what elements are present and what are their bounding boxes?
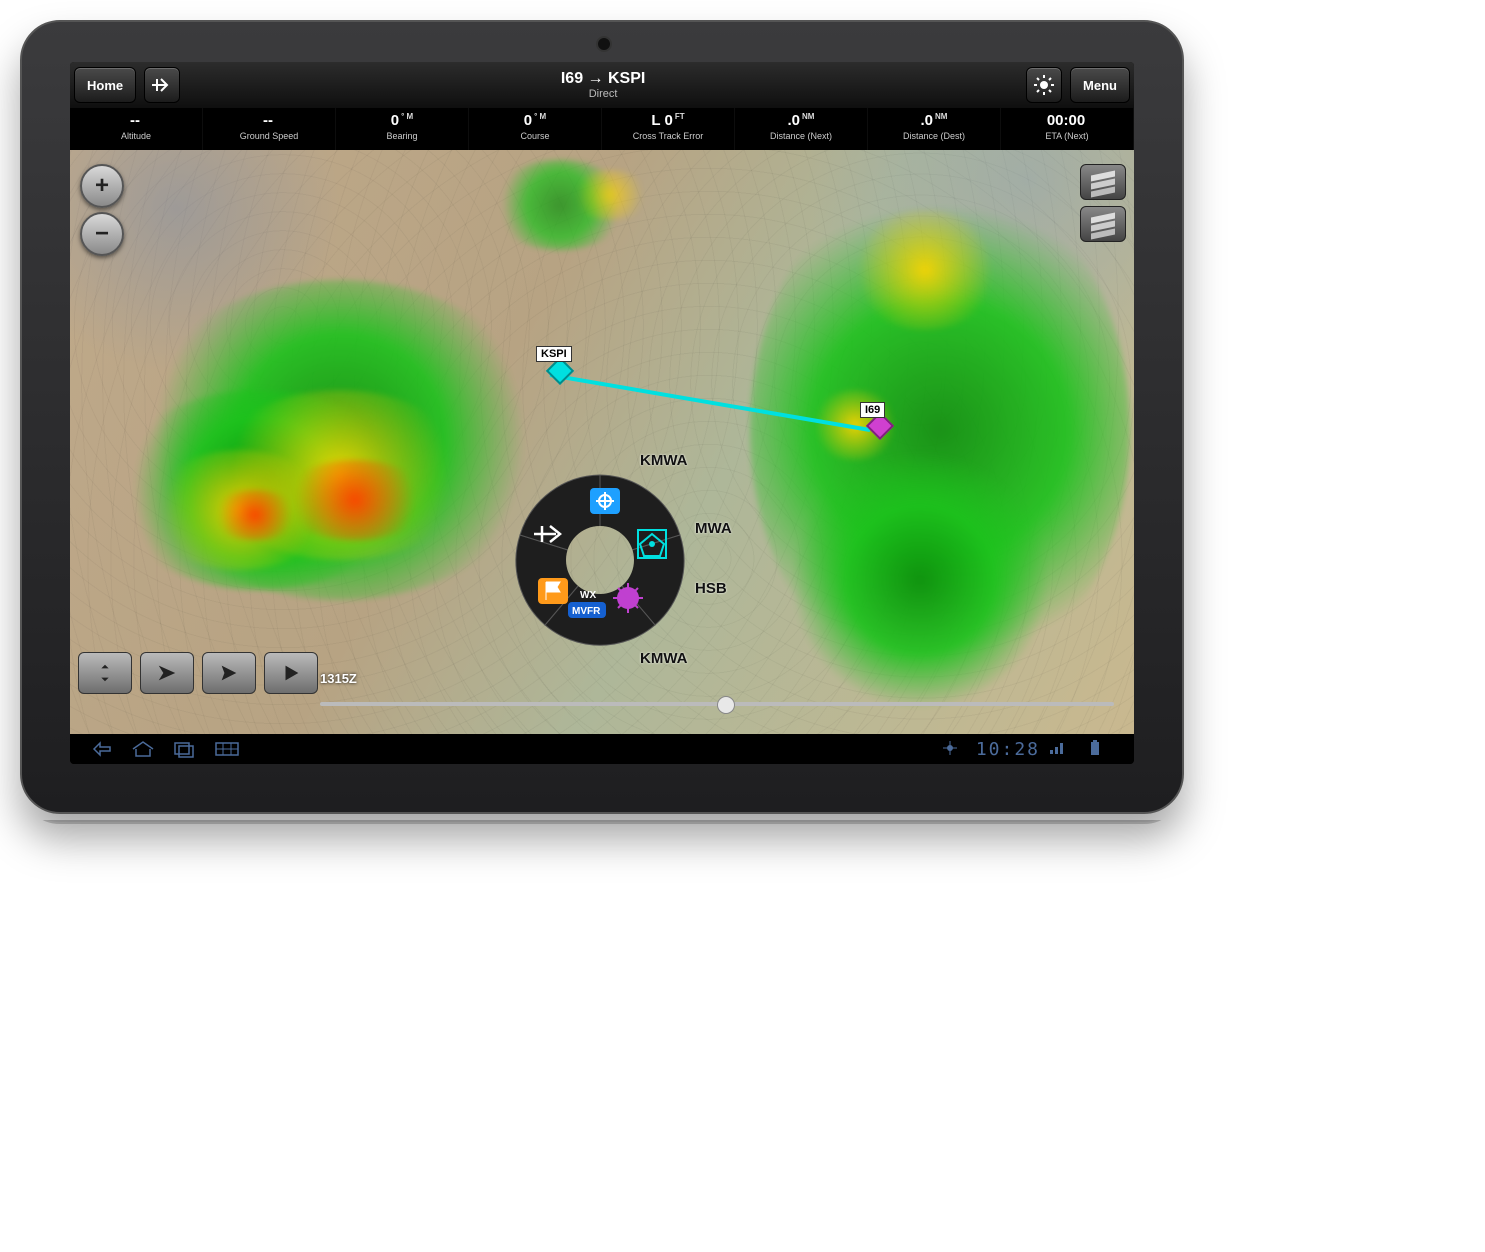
- radar-timestamp: 1315Z: [320, 671, 357, 686]
- strip-dist-next: .0NMDistance (Next): [735, 108, 868, 150]
- radial-menu: WXMVFR KMWA MWA HSB KMWA: [510, 470, 690, 650]
- battery-icon: [1090, 740, 1116, 758]
- screen: Home I69 → KSPI Direct Menu --Altitude -…: [70, 62, 1134, 764]
- timeline-slider[interactable]: [320, 696, 1114, 712]
- app-bar: Home I69 → KSPI Direct Menu: [70, 62, 1134, 108]
- reflection: [20, 820, 1180, 1120]
- play-button[interactable]: [264, 652, 318, 694]
- direct-to-icon: [151, 76, 173, 94]
- route-subtitle: Direct: [184, 88, 1022, 100]
- waypoint-origin-label[interactable]: I69: [860, 402, 885, 418]
- compress-button[interactable]: [78, 652, 132, 694]
- radial-label-0[interactable]: KMWA: [640, 452, 688, 469]
- strip-bearing: 0° MBearing: [336, 108, 469, 150]
- strip-dist-dest: .0NMDistance (Dest): [868, 108, 1001, 150]
- strip-xte: L 0FTCross Track Error: [602, 108, 735, 150]
- strip-ground-speed: --Ground Speed: [203, 108, 336, 150]
- radial-label-1[interactable]: MWA: [695, 520, 732, 537]
- home-button[interactable]: Home: [74, 67, 136, 103]
- route-text: I69 → KSPI: [184, 70, 1022, 88]
- strip-eta-next: 00:00ETA (Next): [1001, 108, 1134, 150]
- svg-text:WX: WX: [580, 590, 596, 601]
- layers-top-button[interactable]: [1080, 164, 1126, 200]
- brightness-icon: [1034, 75, 1054, 95]
- zoom-out-button[interactable]: −: [80, 212, 124, 256]
- menu-label: Menu: [1083, 78, 1117, 93]
- back-icon[interactable]: [88, 740, 114, 758]
- radial-label-2[interactable]: HSB: [695, 580, 727, 597]
- home-label: Home: [87, 78, 123, 93]
- timeline-knob[interactable]: [717, 696, 735, 714]
- radial-flag-icon: [538, 578, 568, 604]
- radial-label-3[interactable]: KMWA: [640, 650, 688, 667]
- grid-icon[interactable]: [214, 740, 240, 758]
- svg-text:MVFR: MVFR: [572, 606, 601, 617]
- usb-icon: [942, 740, 968, 758]
- aircraft-center-button[interactable]: [140, 652, 194, 694]
- strip-course: 0° MCourse: [469, 108, 602, 150]
- data-strip: --Altitude --Ground Speed 0° MBearing 0°…: [70, 108, 1134, 150]
- strip-altitude: --Altitude: [70, 108, 203, 150]
- waypoint-dest-label[interactable]: KSPI: [536, 346, 572, 362]
- tablet-frame: Home I69 → KSPI Direct Menu --Altitude -…: [20, 20, 1184, 814]
- menu-button[interactable]: Menu: [1070, 67, 1130, 103]
- direct-to-button[interactable]: [144, 67, 180, 103]
- wifi-icon: [1048, 740, 1074, 758]
- map-canvas[interactable]: KSPI I69: [70, 150, 1134, 734]
- north-up-button[interactable]: [202, 652, 256, 694]
- home-icon[interactable]: [130, 740, 156, 758]
- zoom-in-button[interactable]: +: [80, 164, 124, 208]
- layers-bottom-button[interactable]: [1080, 206, 1126, 242]
- system-clock: 10:28: [976, 739, 1040, 760]
- system-nav-bar: 10:28: [70, 734, 1134, 764]
- brightness-button[interactable]: [1026, 67, 1062, 103]
- recents-icon[interactable]: [172, 740, 198, 758]
- route-title: I69 → KSPI Direct: [184, 70, 1022, 100]
- radial-airport-icon: [590, 488, 620, 514]
- camera-dot: [596, 36, 612, 52]
- map-toolbar: [78, 652, 318, 694]
